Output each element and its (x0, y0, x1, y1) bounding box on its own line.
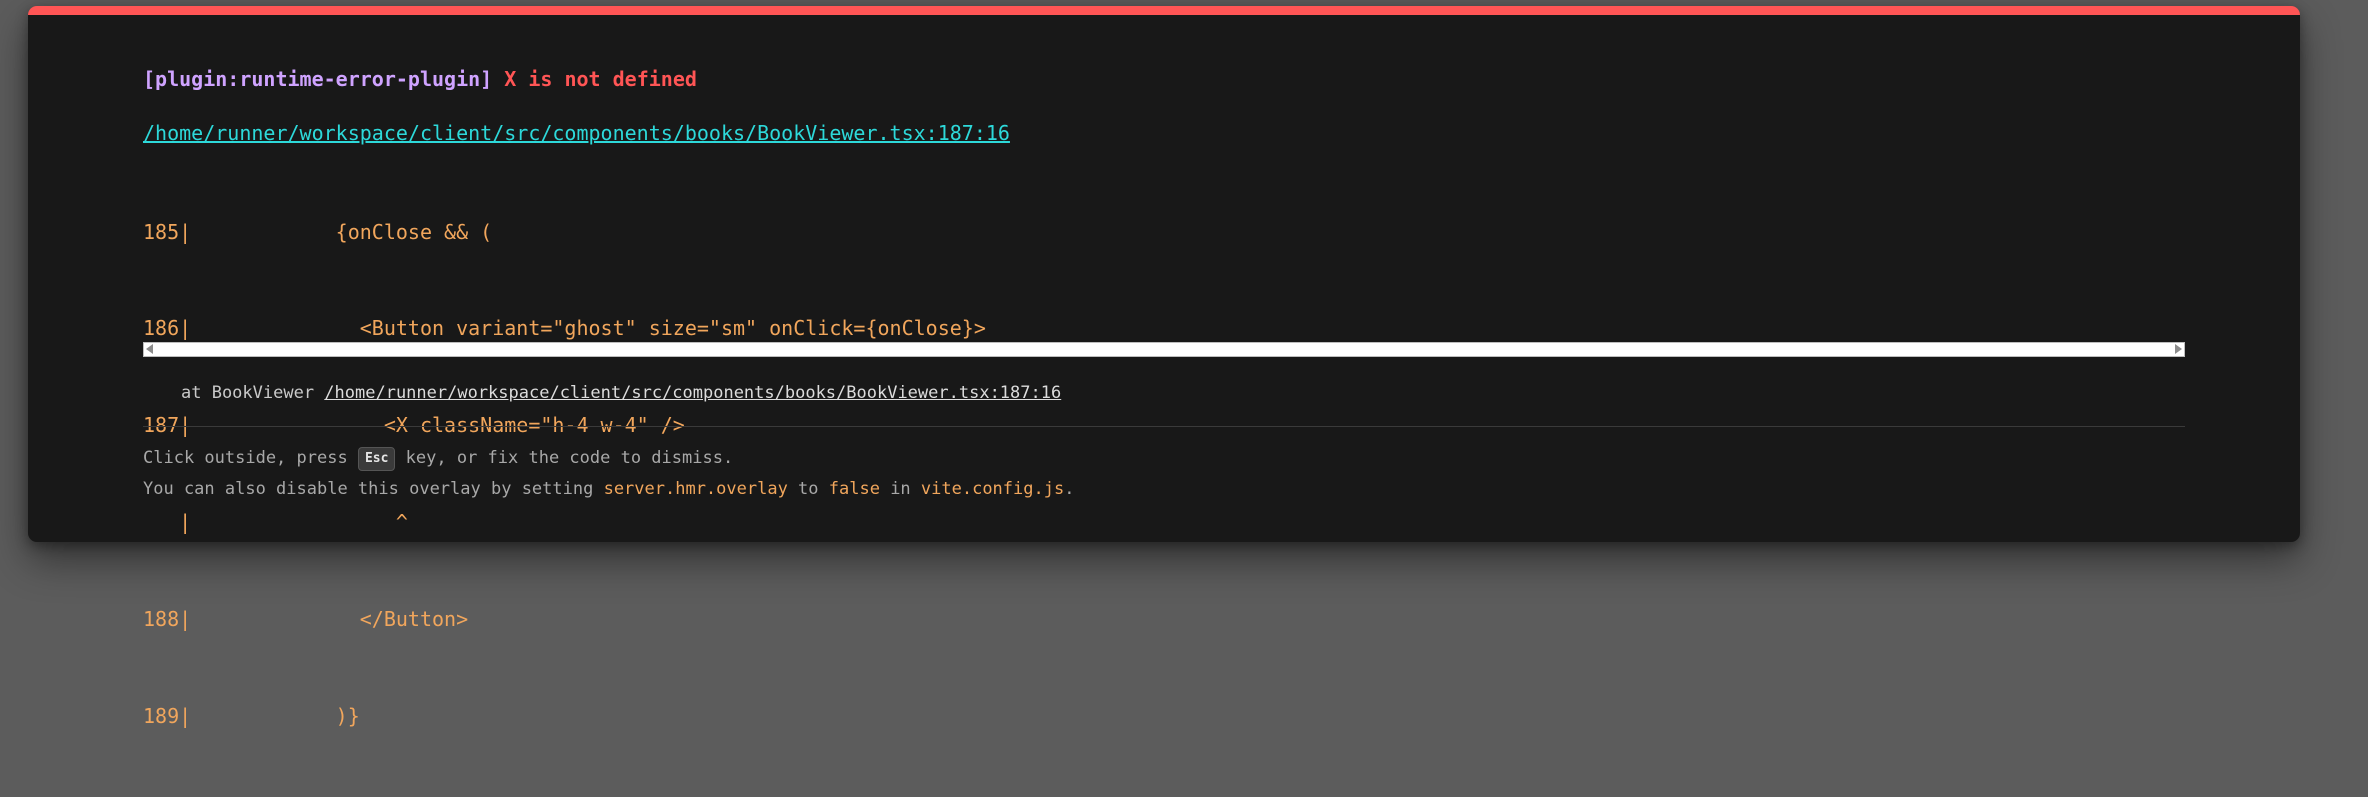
code-line: 186| <Button variant="ghost" size="sm" o… (143, 316, 986, 341)
tip-text: Click outside, press (143, 448, 358, 468)
scroll-left-arrow-icon[interactable] (146, 344, 153, 354)
stack-trace: at BookViewer /home/runner/workspace/cli… (181, 383, 1061, 403)
plugin-name: [plugin:runtime-error-plugin] (143, 67, 493, 91)
tip-text: . (1064, 479, 1075, 499)
code-line: 189| )} (143, 704, 360, 729)
divider (143, 426, 2185, 427)
error-message: [plugin:runtime-error-plugin] X is not d… (143, 67, 697, 91)
stack-prefix: at BookViewer (181, 383, 325, 403)
esc-key-badge: Esc (357, 447, 396, 471)
scroll-right-arrow-icon[interactable] (2175, 344, 2182, 354)
config-key: server.hmr.overlay (603, 479, 788, 499)
tip-text: key, or fix the code to dismiss. (395, 448, 734, 468)
code-line: 185| {onClose && ( (143, 219, 493, 244)
error-file-link[interactable]: /home/runner/workspace/client/src/compon… (143, 121, 1010, 145)
code-line: | ^ (143, 510, 408, 535)
stack-file-link[interactable]: /home/runner/workspace/client/src/compon… (324, 383, 1061, 403)
code-frame-horizontal-scrollbar[interactable] (143, 342, 2185, 357)
disable-overlay-tip: You can also disable this overlay by set… (143, 479, 1074, 499)
code-line: 188| </Button> (143, 607, 469, 632)
error-overlay-window: [plugin:runtime-error-plugin] X is not d… (28, 6, 2300, 728)
tip-text: in (879, 479, 921, 499)
error-text: X is not defined (504, 67, 697, 91)
config-file: vite.config.js (920, 479, 1065, 499)
config-value: false (828, 479, 880, 499)
tip-text: You can also disable this overlay by set… (143, 479, 604, 499)
code-frame: 185| {onClose && ( 186| <Button variant=… (143, 151, 2185, 797)
tip-text: to (787, 479, 829, 499)
dismiss-tip: Click outside, press Esc key, or fix the… (143, 447, 733, 471)
